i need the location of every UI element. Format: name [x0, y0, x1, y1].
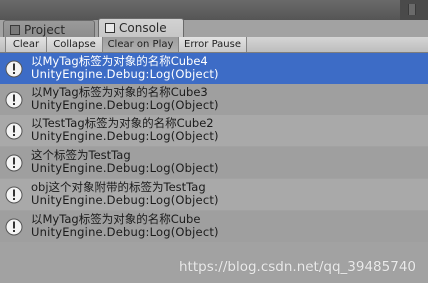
info-icon — [5, 154, 23, 172]
error-pause-toggle[interactable]: Error Pause — [179, 37, 247, 52]
log-entry[interactable]: obj这个对象附带的标签为TestTag UnityEngine.Debug:L… — [0, 179, 428, 210]
clear-on-play-toggle[interactable]: Clear on Play — [103, 37, 179, 52]
log-entry[interactable]: 以MyTag标签为对象的名称Cube UnityEngine.Debug:Log… — [0, 211, 428, 242]
log-message-line2: UnityEngine.Debug:Log(Object) — [31, 67, 219, 81]
tab-project[interactable]: Project — [3, 20, 95, 37]
info-icon — [5, 122, 23, 140]
watermark-text: https://blog.csdn.net/qq_39485740 — [178, 259, 416, 275]
info-icon — [5, 91, 23, 109]
log-message: 以MyTag标签为对象的名称Cube3 UnityEngine.Debug:Lo… — [31, 86, 219, 112]
log-entry[interactable]: 以MyTag标签为对象的名称Cube4 UnityEngine.Debug:Lo… — [0, 53, 428, 84]
tab-console[interactable]: Console — [98, 18, 184, 37]
tab-bar-background — [0, 0, 428, 20]
log-message-line2: UnityEngine.Debug:Log(Object) — [31, 98, 219, 112]
log-message: obj这个对象附带的标签为TestTag UnityEngine.Debug:L… — [31, 181, 219, 207]
scrollbar-handle-icon — [408, 4, 416, 15]
info-icon — [5, 60, 23, 78]
log-entry[interactable]: 以TestTag标签为对象的名称Cube2 UnityEngine.Debug:… — [0, 115, 428, 146]
info-icon — [5, 218, 23, 236]
log-message: 以MyTag标签为对象的名称Cube4 UnityEngine.Debug:Lo… — [31, 55, 219, 81]
clear-button[interactable]: Clear — [5, 37, 47, 52]
window-menu-control[interactable] — [400, 0, 428, 20]
folder-icon — [10, 25, 20, 35]
log-message: 以TestTag标签为对象的名称Cube2 UnityEngine.Debug:… — [31, 117, 219, 143]
collapse-toggle[interactable]: Collapse — [47, 37, 103, 52]
log-message-line2: UnityEngine.Debug:Log(Object) — [31, 161, 219, 175]
unity-console-window: Project Console Clear Collapse Clear on … — [0, 0, 428, 283]
log-message-line2: UnityEngine.Debug:Log(Object) — [31, 129, 219, 143]
tab-bar — [0, 0, 428, 20]
log-list: 以MyTag标签为对象的名称Cube4 UnityEngine.Debug:Lo… — [0, 53, 428, 283]
tab-console-label: Console — [119, 21, 167, 35]
log-entry[interactable]: 这个标签为TestTag UnityEngine.Debug:Log(Objec… — [0, 147, 428, 178]
log-message-line2: UnityEngine.Debug:Log(Object) — [31, 225, 219, 239]
console-toolbar: Clear Collapse Clear on Play Error Pause — [0, 37, 428, 53]
log-message-line2: UnityEngine.Debug:Log(Object) — [31, 193, 219, 207]
log-entry[interactable]: 以MyTag标签为对象的名称Cube3 UnityEngine.Debug:Lo… — [0, 84, 428, 115]
console-icon — [105, 23, 115, 33]
log-message: 以MyTag标签为对象的名称Cube UnityEngine.Debug:Log… — [31, 213, 219, 239]
info-icon — [5, 186, 23, 204]
log-message: 这个标签为TestTag UnityEngine.Debug:Log(Objec… — [31, 149, 219, 175]
